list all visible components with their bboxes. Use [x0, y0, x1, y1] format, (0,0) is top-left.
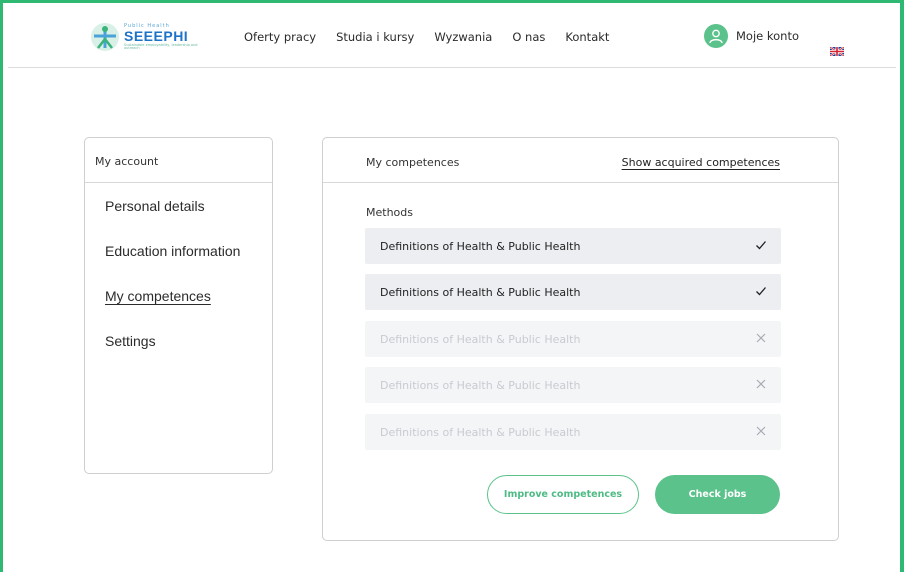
- sidebar-item-settings[interactable]: Settings: [105, 332, 272, 377]
- show-acquired-link[interactable]: Show acquired competences: [622, 156, 780, 169]
- sidebar-item-personal-details[interactable]: Personal details: [105, 197, 272, 242]
- account-menu[interactable]: Moje konto: [704, 24, 799, 48]
- checkmark-icon: [755, 239, 767, 251]
- competence-label: Definitions of Health & Public Health: [380, 425, 581, 439]
- brand-tagline: Sustainable employability, leadership an…: [124, 42, 198, 50]
- cross-icon: [755, 425, 767, 437]
- nav-item-about[interactable]: O nas: [512, 30, 545, 44]
- competence-row[interactable]: Definitions of Health & Public Health: [365, 367, 781, 403]
- sidebar-title: My account: [85, 138, 272, 183]
- account-sidebar: My account Personal details Education in…: [84, 137, 273, 474]
- main-nav: Oferty pracy Studia i kursy Wyzwania O n…: [244, 30, 609, 44]
- user-avatar-icon: [704, 24, 728, 48]
- logo-figure-icon: [90, 22, 120, 52]
- sidebar-item-education-information[interactable]: Education information: [105, 242, 272, 287]
- competence-label: Definitions of Health & Public Health: [380, 332, 581, 346]
- top-header: Public Health SEEEPHI Sustainable employ…: [8, 8, 896, 68]
- brand-name: SEEEPHI: [124, 27, 189, 44]
- sidebar-item-label: My competences: [105, 288, 211, 304]
- checkmark-icon: [755, 285, 767, 297]
- competence-row[interactable]: Definitions of Health & Public Health: [365, 321, 781, 357]
- sidebar-item-label: Personal details: [105, 198, 205, 214]
- page-title: My competences: [366, 156, 460, 169]
- competences-panel: My competences Show acquired competences…: [322, 137, 839, 541]
- sidebar-menu: Personal details Education information M…: [85, 183, 272, 377]
- competences-header: My competences Show acquired competences: [323, 138, 838, 183]
- check-jobs-button[interactable]: Check jobs: [655, 475, 780, 514]
- section-label-methods: Methods: [366, 206, 413, 219]
- nav-item-challenges[interactable]: Wyzwania: [434, 30, 492, 44]
- competence-label: Definitions of Health & Public Health: [380, 239, 581, 253]
- competence-row[interactable]: Definitions of Health & Public Health: [365, 274, 781, 310]
- competence-label: Definitions of Health & Public Health: [380, 378, 581, 392]
- competence-row[interactable]: Definitions of Health & Public Health: [365, 414, 781, 450]
- competence-row[interactable]: Definitions of Health & Public Health: [365, 228, 781, 264]
- account-label: Moje konto: [736, 29, 800, 43]
- cross-icon: [755, 332, 767, 344]
- nav-item-studies-courses[interactable]: Studia i kursy: [336, 30, 414, 44]
- nav-item-contact[interactable]: Kontakt: [565, 30, 609, 44]
- cross-icon: [755, 378, 767, 390]
- improve-competences-button[interactable]: Improve competences: [487, 475, 639, 514]
- sidebar-item-label: Education information: [105, 243, 241, 259]
- brand-logo[interactable]: Public Health SEEEPHI Sustainable employ…: [90, 19, 200, 55]
- nav-item-job-offers[interactable]: Oferty pracy: [244, 30, 316, 44]
- sidebar-item-my-competences[interactable]: My competences: [105, 287, 272, 332]
- uk-flag-icon[interactable]: [829, 41, 845, 57]
- competence-label: Definitions of Health & Public Health: [380, 285, 581, 299]
- sidebar-item-label: Settings: [105, 333, 156, 349]
